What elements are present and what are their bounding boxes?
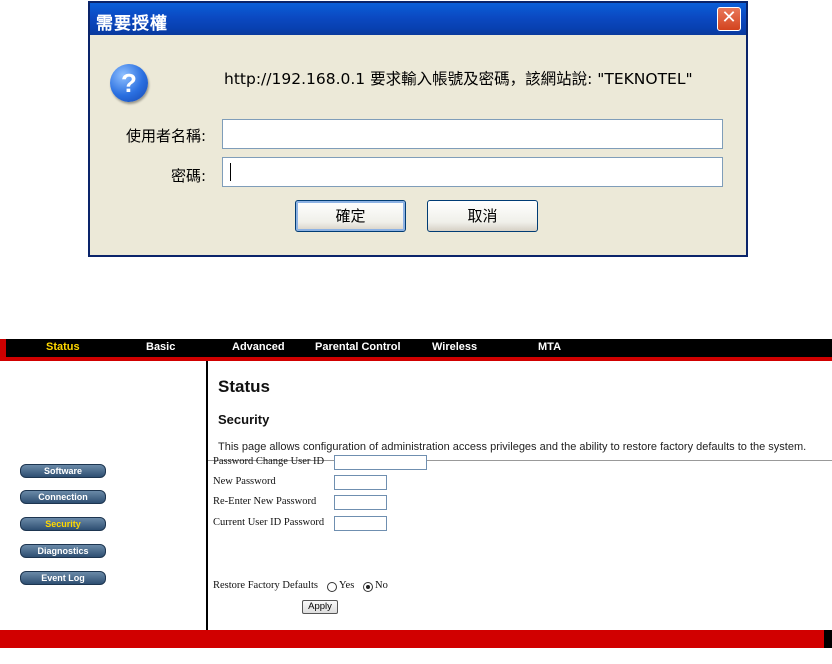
ok-button[interactable]: 確定 xyxy=(295,200,406,232)
sidebar-divider xyxy=(206,361,208,630)
cancel-button[interactable]: 取消 xyxy=(427,200,538,232)
restore-yes-label: Yes xyxy=(339,580,355,591)
nav-basic[interactable]: Basic xyxy=(146,341,175,353)
page-description: This page allows configuration of admini… xyxy=(218,441,807,453)
apply-button[interactable]: Apply xyxy=(302,600,338,614)
text-caret xyxy=(230,163,231,181)
restore-no-radio[interactable] xyxy=(363,582,373,592)
dialog-titlebar[interactable]: 需要授權 ✕ xyxy=(90,3,746,35)
nav-wireless[interactable]: Wireless xyxy=(432,341,477,353)
nav-mta[interactable]: MTA xyxy=(538,341,561,353)
password-label: 密碼: xyxy=(170,167,206,185)
sidebar-item-connection[interactable]: Connection xyxy=(20,490,106,504)
new-password-label: New Password xyxy=(213,476,276,487)
auth-dialog: 需要授權 ✕ ? http://192.168.0.1 要求輸入帳號及密碼，該網… xyxy=(88,1,748,257)
restore-defaults-label: Restore Factory Defaults xyxy=(213,580,318,591)
current-password-label: Current User ID Password xyxy=(213,517,325,528)
sidebar-item-event-log[interactable]: Event Log xyxy=(20,571,106,585)
question-icon: ? xyxy=(110,64,148,102)
sidebar-item-software[interactable]: Software xyxy=(20,464,106,478)
nav-advanced[interactable]: Advanced xyxy=(232,341,285,353)
nav-parental-control[interactable]: Parental Control xyxy=(315,341,401,353)
password-field[interactable] xyxy=(222,157,723,187)
sidebar-item-security[interactable]: Security xyxy=(20,517,106,531)
username-label: 使用者名稱: xyxy=(125,127,206,145)
restore-yes-radio[interactable] xyxy=(327,582,337,592)
current-password-input[interactable] xyxy=(334,516,387,531)
sidebar-item-diagnostics[interactable]: Diagnostics xyxy=(20,544,106,558)
page-title: Status xyxy=(218,377,270,396)
new-password-input[interactable] xyxy=(334,475,387,490)
header-divider xyxy=(0,357,832,361)
footer-bar-edge xyxy=(824,630,832,648)
nav-status[interactable]: Status xyxy=(46,341,80,353)
nav-bar-accent xyxy=(0,339,6,357)
footer-bar xyxy=(0,630,832,648)
reenter-password-input[interactable] xyxy=(334,495,387,510)
close-icon[interactable]: ✕ xyxy=(717,7,741,31)
dialog-title: 需要授權 xyxy=(96,14,168,34)
section-title: Security xyxy=(218,412,270,427)
top-nav-bar: Status Basic Advanced Parental Control W… xyxy=(0,339,832,357)
restore-no-label: No xyxy=(375,580,388,591)
username-field[interactable] xyxy=(222,119,723,149)
user-id-label: Password Change User ID xyxy=(213,456,325,467)
reenter-password-label: Re-Enter New Password xyxy=(213,496,317,507)
user-id-input[interactable] xyxy=(334,455,427,470)
auth-message: http://192.168.0.1 要求輸入帳號及密碼，該網站說: "TEKN… xyxy=(224,70,693,88)
